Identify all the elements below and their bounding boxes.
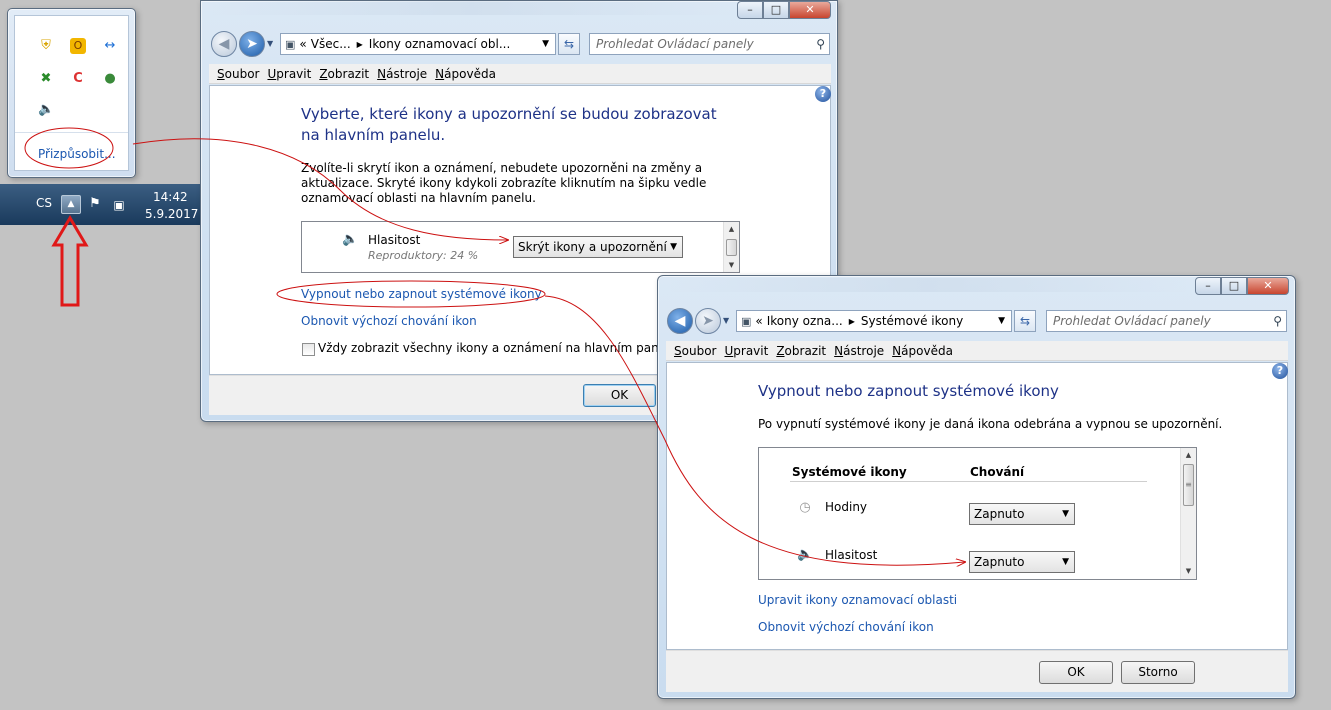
system-icons-link-ellipse [276,280,546,308]
annotation-arrow-to-behavior [132,138,508,240]
customize-highlight-ellipse [24,127,114,169]
up-arrow-annotation [51,215,89,307]
annotation-overlay [24,127,1331,710]
annotation-arrow-to-volume [544,295,965,565]
